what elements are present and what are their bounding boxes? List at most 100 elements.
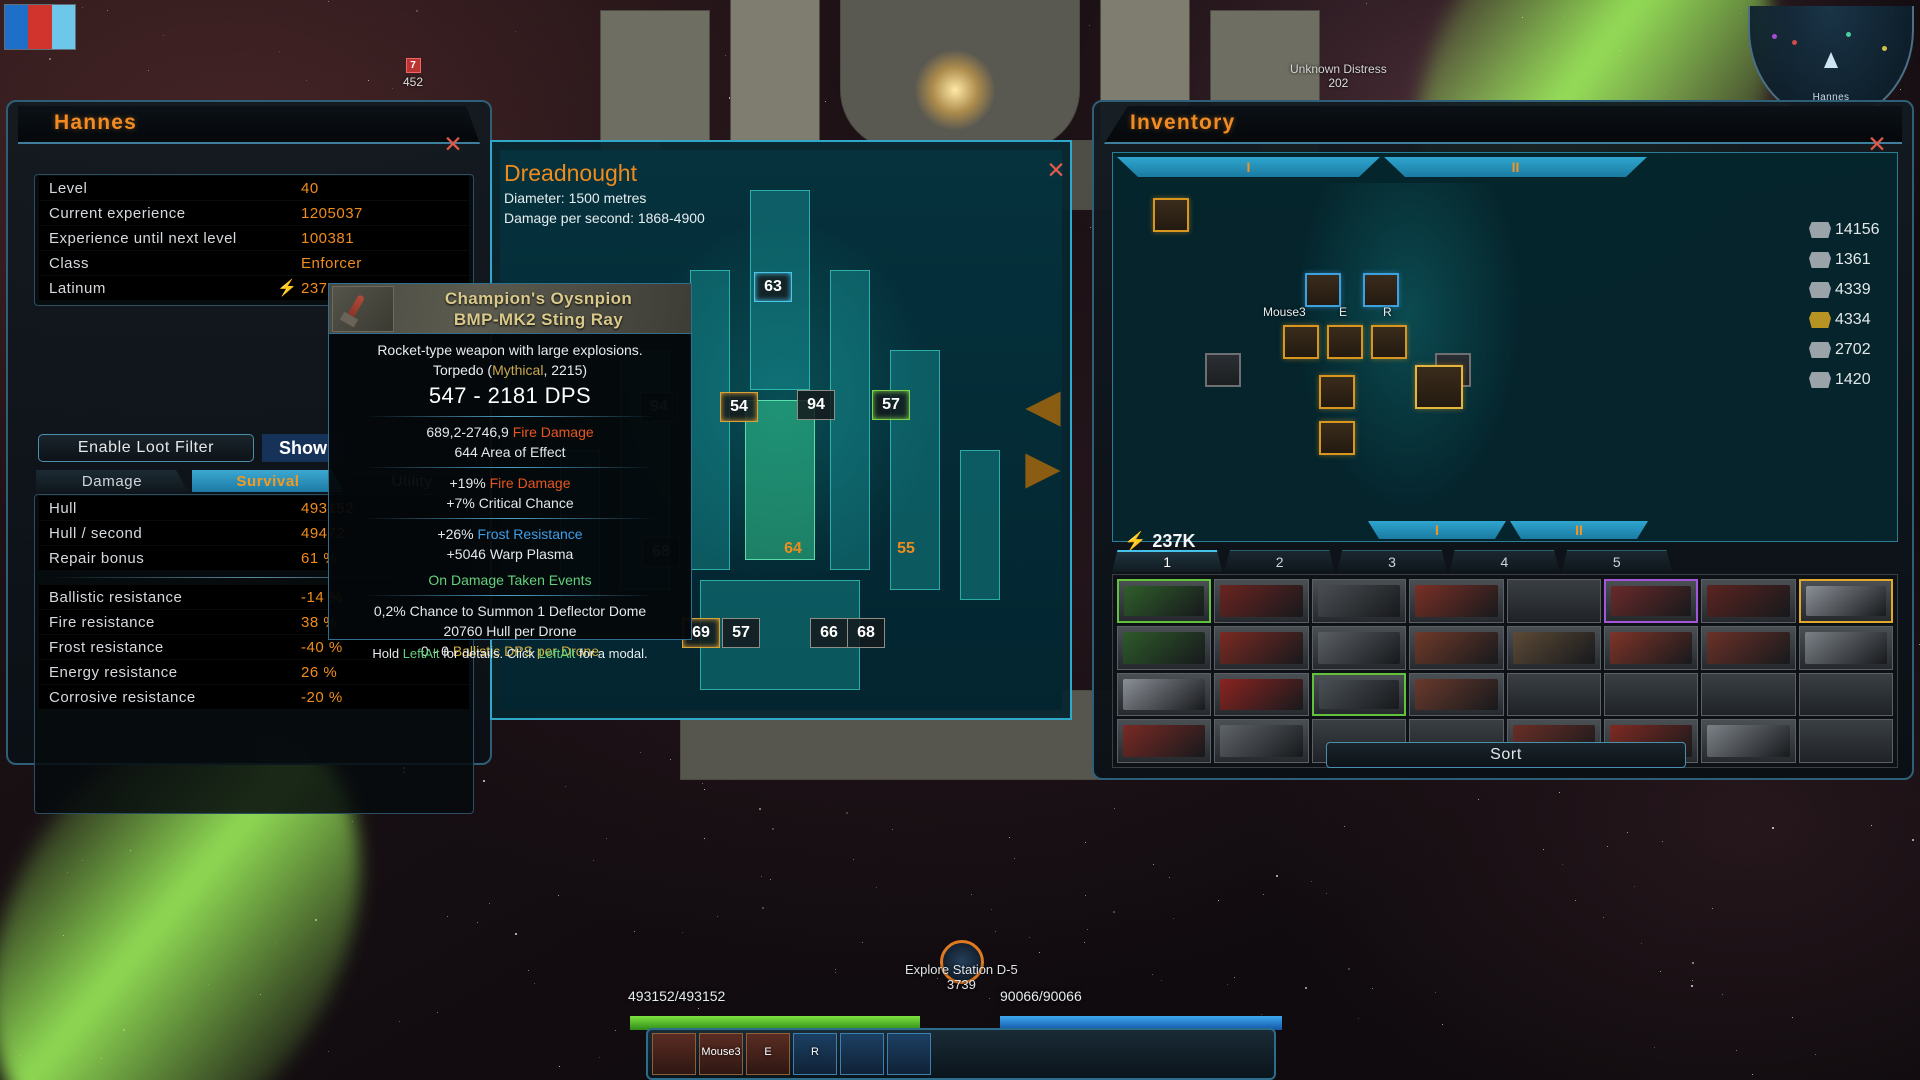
module-slot[interactable]: 64	[774, 534, 812, 564]
stat-row: Class Enforcer	[39, 251, 469, 275]
equipment-tab-bottom-1[interactable]: I	[1368, 521, 1506, 539]
module-slot[interactable]: 68	[847, 618, 885, 648]
equip-slot[interactable]	[1319, 421, 1355, 455]
distress-distance: 202	[1290, 76, 1387, 90]
stat-label: Fire resistance	[39, 614, 155, 631]
inventory-slot[interactable]	[1214, 719, 1308, 763]
tab-survival[interactable]: Survival	[192, 470, 344, 492]
item-thumbnail	[1220, 725, 1302, 757]
ability-slot[interactable]	[652, 1033, 696, 1075]
inventory-slot[interactable]	[1214, 673, 1308, 717]
inventory-slot[interactable]	[1701, 626, 1795, 670]
equipment-tab-1[interactable]: I	[1117, 157, 1380, 177]
module-slot[interactable]: 55	[887, 534, 925, 564]
hostile-count-badge: 7	[406, 58, 421, 73]
resource-value: 4334	[1835, 311, 1891, 329]
ability-slot[interactable]	[887, 1033, 931, 1075]
module-slot[interactable]: 66	[810, 618, 848, 648]
item-type-line: Torpedo (Mythical, 2215)	[339, 360, 681, 381]
ship-name: Dreadnought	[504, 160, 637, 187]
next-ship-arrow-icon[interactable]: ▶	[1014, 452, 1072, 488]
stat-label: Experience until next level	[39, 230, 237, 247]
module-slot[interactable]: 63	[754, 272, 792, 302]
item-thumbnail	[1318, 632, 1400, 664]
module-slot[interactable]: 54	[720, 392, 758, 422]
bag-tab-5[interactable]: 5	[1562, 550, 1672, 572]
inventory-slot[interactable]	[1117, 579, 1211, 623]
frame-icon	[1809, 372, 1831, 388]
item-thumbnail	[1415, 632, 1497, 664]
inventory-slot[interactable]	[1214, 626, 1308, 670]
station-name: Explore Station D-5	[905, 962, 1018, 977]
marker-hostile[interactable]: 7 452	[403, 58, 423, 89]
inventory-slot[interactable]	[1117, 673, 1211, 717]
marker-distress[interactable]: Unknown Distress 202	[1290, 62, 1387, 90]
ability-slot[interactable]	[840, 1033, 884, 1075]
module-slot[interactable]: 94	[797, 390, 835, 420]
close-icon[interactable]: ✕	[442, 134, 464, 156]
module-slot[interactable]: 57	[722, 618, 760, 648]
stat-label: Class	[39, 255, 89, 272]
item-thumbnail	[1806, 586, 1886, 616]
equip-slot[interactable]	[1305, 273, 1341, 307]
inventory-slot[interactable]	[1799, 579, 1893, 623]
module-slot[interactable]: 57	[872, 390, 910, 420]
inventory-slot[interactable]	[1117, 626, 1211, 670]
equipment-tab-bottom-2[interactable]: II	[1510, 521, 1648, 539]
equip-slot[interactable]	[1205, 353, 1241, 387]
item-thumbnail	[1220, 679, 1302, 711]
inventory-slot[interactable]	[1312, 673, 1406, 717]
inventory-slot[interactable]	[1312, 579, 1406, 623]
bag-tab-1[interactable]: 1	[1112, 550, 1222, 572]
equip-slot[interactable]	[1371, 325, 1407, 359]
inventory-slot[interactable]	[1799, 719, 1893, 763]
ability-bar: Mouse3 E R	[646, 1028, 1276, 1080]
enable-loot-filter-button[interactable]: Enable Loot Filter	[38, 434, 254, 462]
inventory-slot[interactable]	[1604, 579, 1698, 623]
bag-tab-4[interactable]: 4	[1449, 550, 1559, 572]
equip-slot[interactable]	[1319, 375, 1355, 409]
inventory-slot[interactable]	[1507, 579, 1601, 623]
equip-slot[interactable]	[1415, 365, 1463, 409]
sort-button[interactable]: Sort	[1326, 742, 1686, 768]
ability-slot[interactable]: E	[746, 1033, 790, 1075]
equip-slot[interactable]	[1283, 325, 1319, 359]
inventory-slot[interactable]	[1701, 579, 1795, 623]
inventory-slot[interactable]	[1507, 673, 1601, 717]
bag-tab-3[interactable]: 3	[1337, 550, 1447, 572]
close-icon[interactable]: ✕	[1045, 160, 1067, 182]
ability-slot[interactable]: Mouse3	[699, 1033, 743, 1075]
tab-damage[interactable]: Damage	[36, 470, 188, 492]
inventory-slot[interactable]	[1604, 673, 1698, 717]
inventory-slot[interactable]	[1312, 626, 1406, 670]
equipment-tab-2[interactable]: II	[1384, 157, 1647, 177]
item-type: Torpedo (	[433, 362, 492, 378]
inventory-slot[interactable]	[1409, 579, 1503, 623]
bag-tab-2[interactable]: 2	[1224, 550, 1334, 572]
previous-ship-arrow-icon[interactable]: ◀	[1014, 390, 1072, 426]
inventory-slot[interactable]	[1799, 626, 1893, 670]
item-event-line: 20760 Hull per Drone	[339, 621, 681, 641]
inventory-slot[interactable]	[1701, 673, 1795, 717]
table-row: Corrosive resistance -20 %	[39, 685, 469, 709]
inventory-slot[interactable]	[1117, 719, 1211, 763]
inventory-slot[interactable]	[1701, 719, 1795, 763]
inventory-slot[interactable]	[1799, 673, 1893, 717]
minimap-thumbnail[interactable]	[4, 4, 76, 50]
equip-slot[interactable]	[1363, 273, 1399, 307]
stat-value: -20 %	[301, 689, 343, 706]
inventory-slot[interactable]	[1409, 626, 1503, 670]
equip-slot[interactable]	[1153, 198, 1189, 232]
inventory-slot[interactable]	[1409, 673, 1503, 717]
item-event-line: 0,2% Chance to Summon 1 Deflector Dome	[339, 601, 681, 621]
divider	[365, 467, 655, 468]
ability-slot[interactable]: R	[793, 1033, 837, 1075]
resource-counters: 14156 1361 4339 4334 2702 1420	[1761, 215, 1891, 395]
inventory-slot[interactable]	[1214, 579, 1308, 623]
item-affix-line: +7% Critical Chance	[339, 493, 681, 513]
inventory-slot[interactable]	[1507, 626, 1601, 670]
inventory-slot[interactable]	[1604, 626, 1698, 670]
core-icon	[1809, 282, 1831, 298]
equip-slot[interactable]	[1327, 325, 1363, 359]
item-name-line1: Champion's Oysnpion	[394, 288, 683, 309]
